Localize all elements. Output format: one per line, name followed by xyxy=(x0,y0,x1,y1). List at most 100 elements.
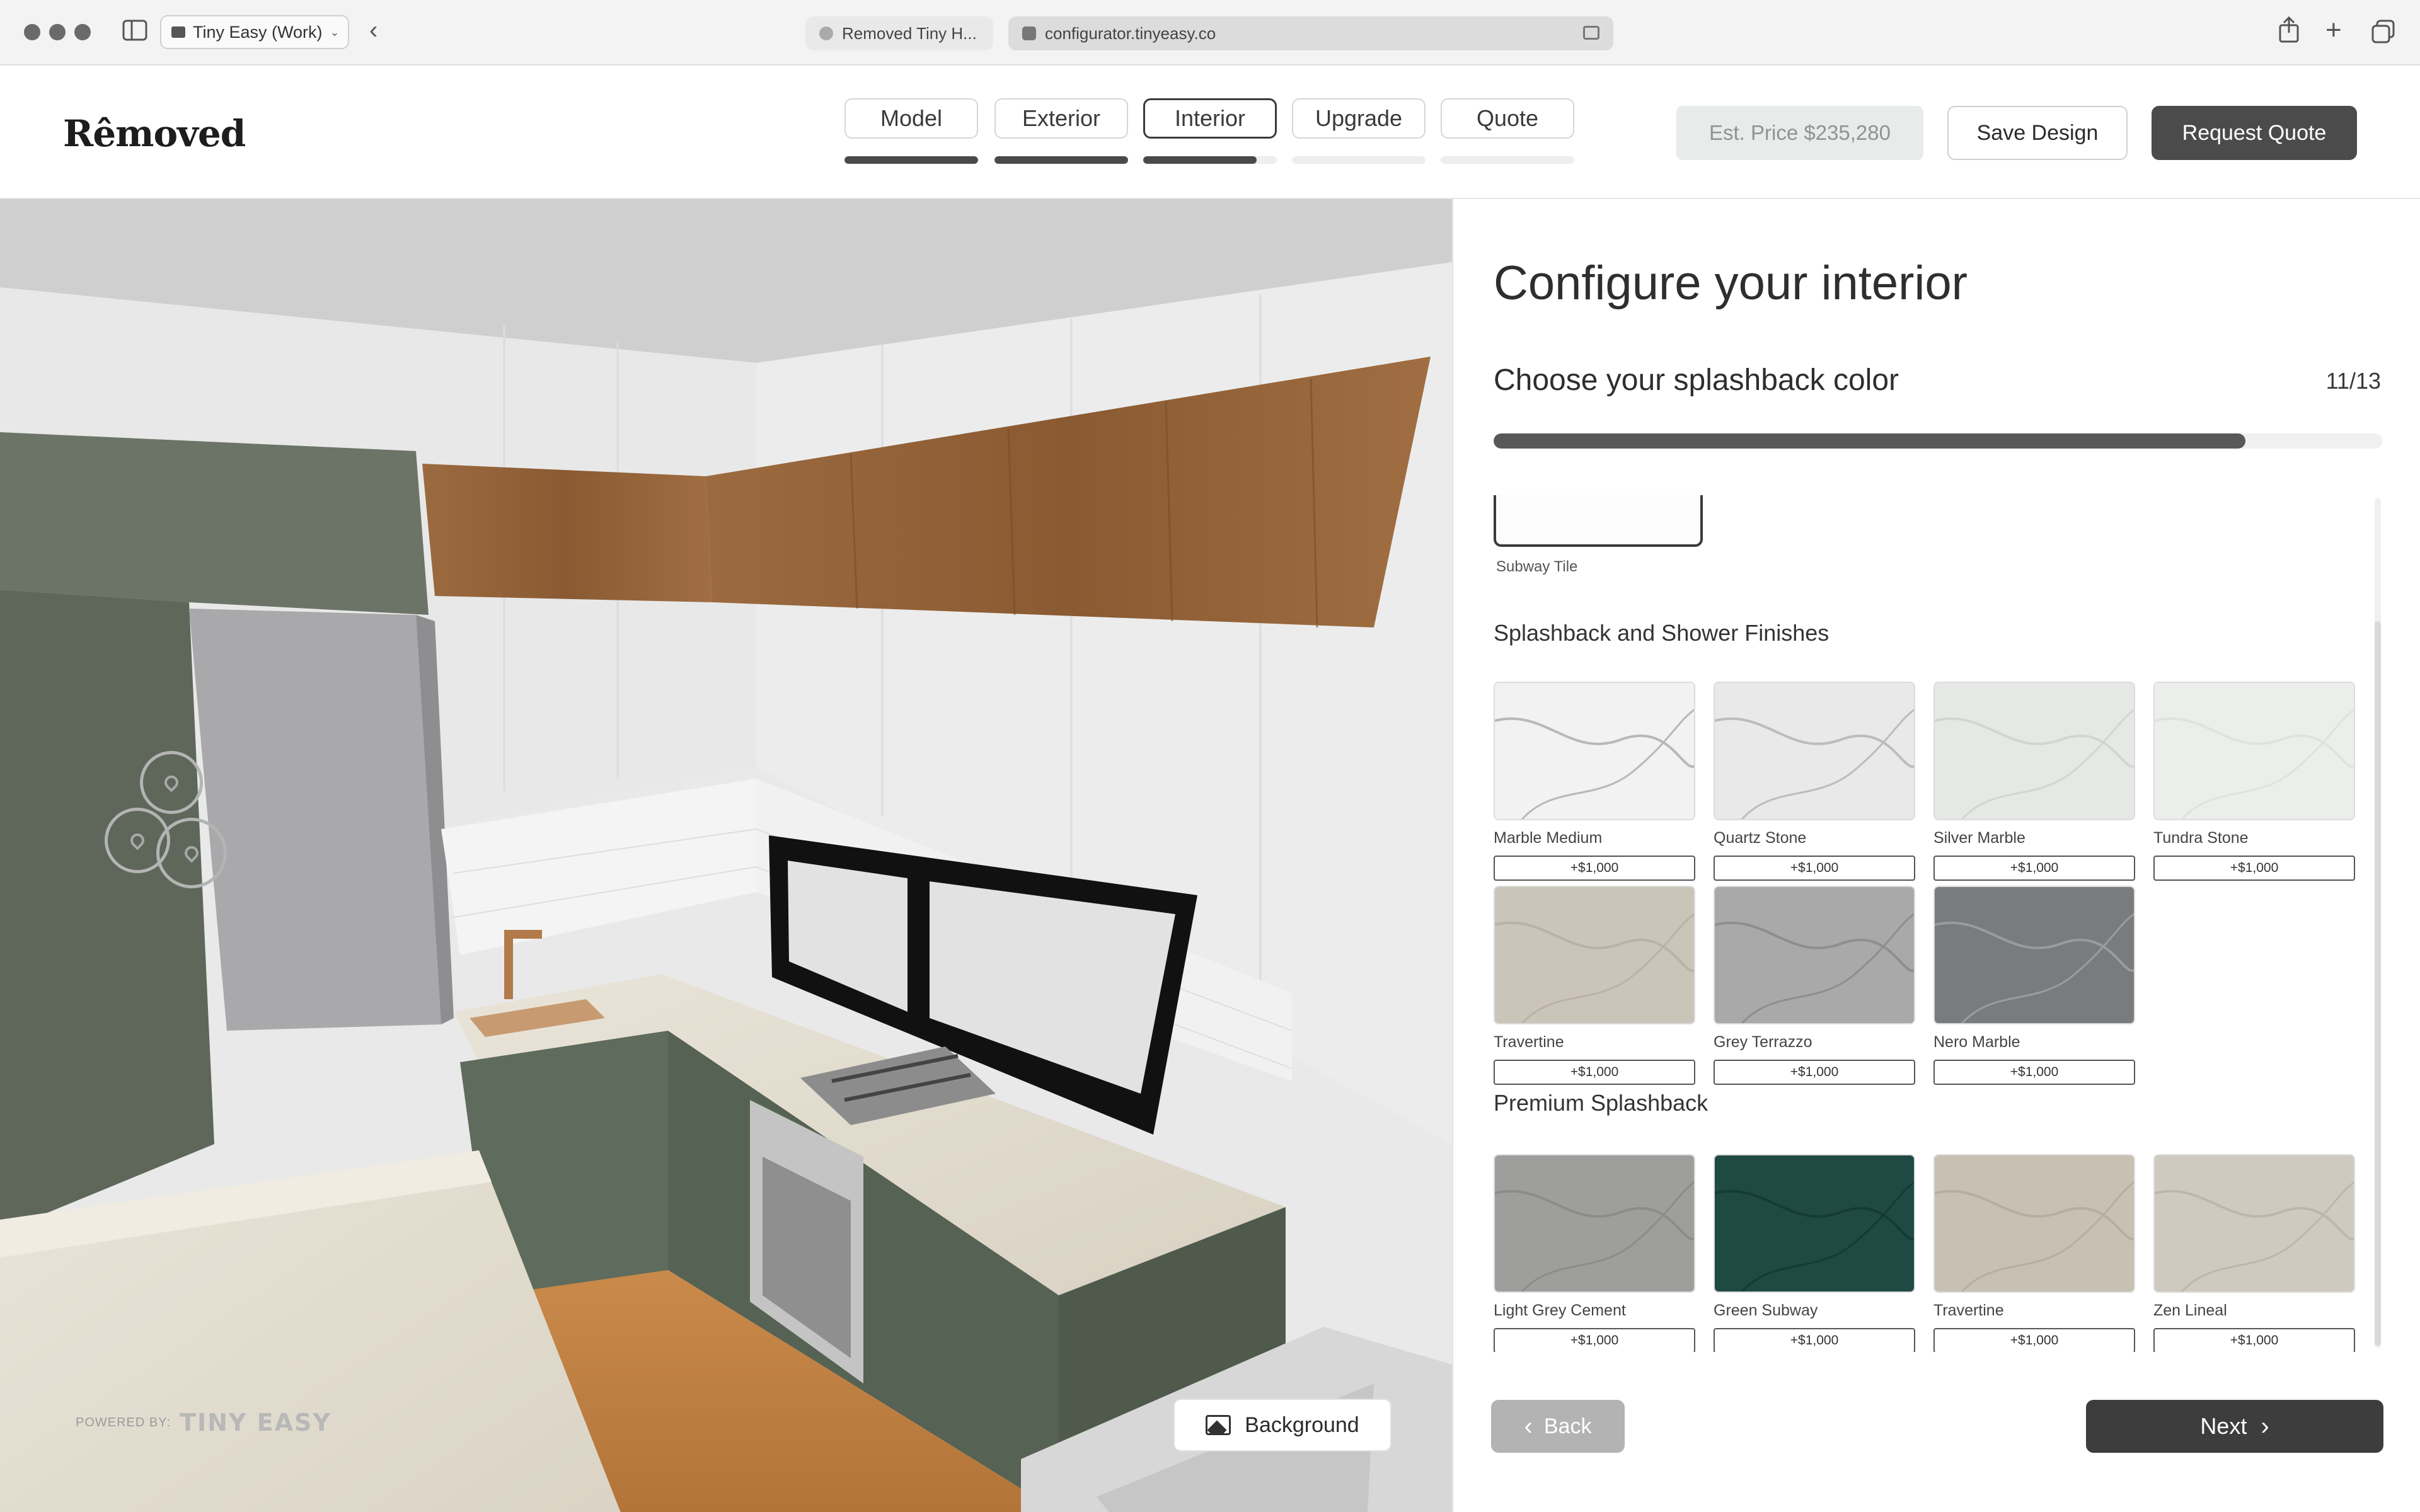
scrollbar[interactable] xyxy=(2375,498,2381,1348)
swatch-silver-marble[interactable]: Silver Marble +$1,000 xyxy=(1933,682,2135,881)
swatch-price-button[interactable]: +$1,000 xyxy=(1933,1328,2135,1352)
back-button[interactable]: ‹ Back xyxy=(1491,1400,1625,1453)
sidebar-icon[interactable] xyxy=(122,19,147,45)
swatch-sample[interactable] xyxy=(1714,682,1915,820)
back-label: Back xyxy=(1543,1414,1592,1438)
tiny-easy-logo: TINY EASY xyxy=(180,1409,331,1436)
swatch-price-button[interactable]: +$1,000 xyxy=(2153,1328,2355,1352)
swatch-price-button[interactable]: +$1,000 xyxy=(1933,1060,2135,1085)
brand-logo[interactable]: Rêmoved xyxy=(63,112,246,155)
powered-by-label: POWERED BY: xyxy=(76,1415,171,1429)
browser-tab-removed[interactable]: Removed Tiny H... xyxy=(805,16,993,50)
step-question: Choose your splashback color xyxy=(1494,364,1899,397)
hotspot-pin-1[interactable] xyxy=(140,751,203,814)
section-heading: Splashback and Shower Finishes xyxy=(1494,620,1829,646)
swatch-price-button[interactable]: +$1,000 xyxy=(1933,856,2135,881)
swatch-zen-lineal[interactable]: Zen Lineal +$1,000 xyxy=(2153,1154,2355,1352)
close-window-button[interactable] xyxy=(24,24,40,40)
swatch-price-button[interactable]: +$1,000 xyxy=(1494,1060,1695,1085)
swatch-name: Green Subway xyxy=(1714,1302,1818,1319)
swatch-sample[interactable] xyxy=(1494,682,1695,820)
tab-label: Quote xyxy=(1476,105,1539,131)
minimize-window-button[interactable] xyxy=(49,24,66,40)
tab-upgrade[interactable]: Upgrade xyxy=(1292,98,1426,139)
swatch-price-button[interactable]: +$1,000 xyxy=(2153,856,2355,881)
swatch-sample[interactable] xyxy=(2153,682,2355,820)
swatch-sample[interactable] xyxy=(1933,1154,2135,1293)
tab-quote[interactable]: Quote xyxy=(1441,98,1574,139)
swatch-marble-medium[interactable]: Marble Medium +$1,000 xyxy=(1494,682,1695,881)
swatch-travertine[interactable]: Travertine +$1,000 xyxy=(1494,886,1695,1085)
swatch-price-button[interactable]: +$1,000 xyxy=(1714,1328,1915,1352)
chevron-right-icon: › xyxy=(2261,1412,2269,1440)
swatch-name: Zen Lineal xyxy=(2153,1302,2227,1319)
swatch-tundra-stone[interactable]: Tundra Stone +$1,000 xyxy=(2153,682,2355,881)
section-heading: Premium Splashback xyxy=(1494,1090,1708,1116)
options-scroll-area[interactable]: Subway Tile Splashback and Shower Finish… xyxy=(1494,495,2357,1352)
tab-label: Interior xyxy=(1174,105,1246,131)
step-counter: 11/13 xyxy=(2325,368,2381,394)
map-pin-icon xyxy=(182,843,202,863)
swatch-name: Tundra Stone xyxy=(2153,829,2249,847)
hotspot-pin-3[interactable] xyxy=(156,818,227,888)
step-progress-interior xyxy=(1143,156,1277,164)
swatch-green-subway[interactable]: Green Subway +$1,000 xyxy=(1714,1154,1915,1352)
step-progress-exterior xyxy=(994,156,1128,164)
tabs-icon[interactable] xyxy=(2371,19,2396,48)
swatch-sample[interactable] xyxy=(1494,886,1695,1024)
swatch-sample[interactable] xyxy=(1933,886,2135,1024)
swatch-price-button[interactable]: +$1,000 xyxy=(1714,856,1915,881)
save-design-button[interactable]: Save Design xyxy=(1947,106,2128,160)
swatch-price-button[interactable]: +$1,000 xyxy=(1714,1060,1915,1085)
swatch-price-button[interactable]: +$1,000 xyxy=(1494,856,1695,881)
briefcase-icon xyxy=(171,26,185,38)
chevron-down-icon: ⌄ xyxy=(330,25,340,38)
swatch-name: Silver Marble xyxy=(1933,829,2025,847)
background-label: Background xyxy=(1245,1412,1359,1437)
swatch-quartz-stone[interactable]: Quartz Stone +$1,000 xyxy=(1714,682,1915,881)
swatch-sample[interactable] xyxy=(1494,1154,1695,1293)
next-button[interactable]: Next › xyxy=(2086,1400,2383,1453)
chevron-left-icon[interactable]: ‹ xyxy=(369,18,377,43)
site-favicon-icon xyxy=(1022,26,1036,40)
browser-tab-configurator[interactable]: configurator.tinyeasy.co xyxy=(1008,16,1613,50)
question-progress-bar xyxy=(1494,433,2382,449)
pin-icon xyxy=(819,26,833,40)
swatch-sample[interactable] xyxy=(1714,886,1915,1024)
background-button[interactable]: Background xyxy=(1173,1399,1392,1452)
tab-label: Removed Tiny H... xyxy=(842,23,977,43)
swatch-nero-marble[interactable]: Nero Marble +$1,000 xyxy=(1933,886,2135,1085)
tab-label: Exterior xyxy=(1022,105,1101,131)
powered-by: POWERED BY: TINY EASY xyxy=(76,1409,331,1436)
swatch-travertine[interactable]: Travertine +$1,000 xyxy=(1933,1154,2135,1352)
tab-interior[interactable]: Interior xyxy=(1143,98,1277,139)
app-header: Rêmoved Model Exterior Interior Upgrade … xyxy=(0,66,2420,199)
zoom-window-button[interactable] xyxy=(74,24,91,40)
swatch-sample[interactable] xyxy=(1933,682,2135,820)
request-quote-button[interactable]: Request Quote xyxy=(2152,106,2357,160)
map-pin-icon xyxy=(161,772,182,793)
kitchen-3d-preview[interactable]: POWERED BY: TINY EASY Background xyxy=(0,199,1452,1512)
plus-icon[interactable]: + xyxy=(2325,16,2342,44)
reader-icon[interactable] xyxy=(1583,26,1599,40)
swatch-sample[interactable] xyxy=(1714,1154,1915,1293)
swatch-light-grey-cement[interactable]: Light Grey Cement +$1,000 xyxy=(1494,1154,1695,1352)
profile-selector[interactable]: Tiny Easy (Work) ⌄ xyxy=(160,15,349,49)
browser-toolbar: Tiny Easy (Work) ⌄ ‹ Removed Tiny H... c… xyxy=(0,0,2420,66)
share-icon[interactable] xyxy=(2278,15,2300,48)
progress-fill xyxy=(844,156,978,164)
step-progress-upgrade xyxy=(1292,156,1426,164)
panel-title: Configure your interior xyxy=(1494,256,1968,310)
swatch-grey-terrazzo[interactable]: Grey Terrazzo +$1,000 xyxy=(1714,886,1915,1085)
swatch-price-button[interactable]: +$1,000 xyxy=(1494,1328,1695,1352)
profile-label: Tiny Easy (Work) xyxy=(193,22,323,42)
scrollbar-thumb[interactable] xyxy=(2375,621,2381,1346)
progress-fill xyxy=(994,156,1128,164)
tab-exterior[interactable]: Exterior xyxy=(994,98,1128,139)
step-progress-model xyxy=(844,156,978,164)
address-bar-url: configurator.tinyeasy.co xyxy=(1045,23,1216,43)
swatch-subway-tile-selected[interactable] xyxy=(1494,495,1703,547)
tab-label: Model xyxy=(880,105,943,131)
swatch-sample[interactable] xyxy=(2153,1154,2355,1293)
tab-model[interactable]: Model xyxy=(844,98,978,139)
